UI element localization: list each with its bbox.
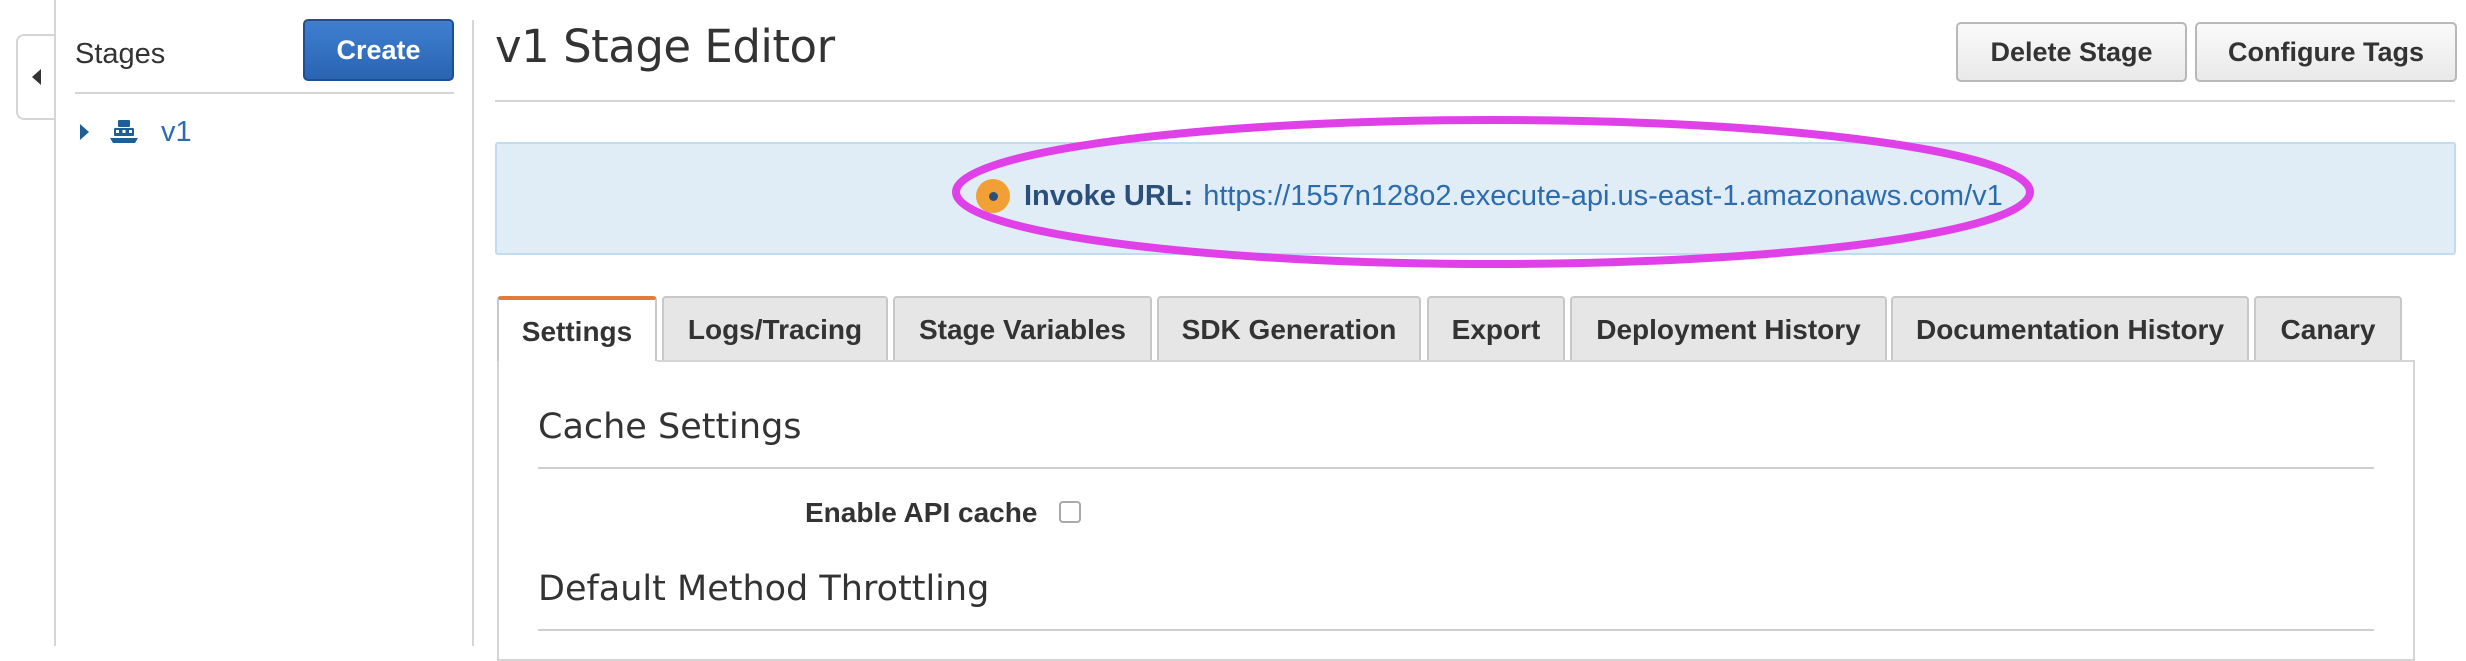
throttling-divider xyxy=(538,629,2374,631)
header-divider xyxy=(495,100,2455,102)
collapse-panel-toggle[interactable] xyxy=(16,34,54,120)
stage-icon xyxy=(110,120,138,143)
tab-canary[interactable]: Canary xyxy=(2254,296,2402,362)
stages-divider xyxy=(75,92,454,94)
highlight-ellipse-annotation xyxy=(952,116,2034,268)
tab-documentation-history[interactable]: Documentation History xyxy=(1891,296,2249,362)
tab-deployment-history[interactable]: Deployment History xyxy=(1570,296,1887,362)
configure-tags-button[interactable]: Configure Tags xyxy=(2195,22,2457,82)
page-title: v1 Stage Editor xyxy=(495,20,835,73)
delete-stage-button[interactable]: Delete Stage xyxy=(1956,22,2187,82)
tab-logs-tracing[interactable]: Logs/Tracing xyxy=(662,296,888,362)
left-rail-divider xyxy=(54,0,56,646)
chevron-left-icon xyxy=(31,69,41,85)
tab-content-border xyxy=(657,360,2415,362)
settings-panel xyxy=(497,361,2415,661)
expand-caret-icon[interactable] xyxy=(80,124,89,140)
enable-api-cache-label: Enable API cache xyxy=(805,497,1038,528)
tab-export[interactable]: Export xyxy=(1427,296,1565,362)
cache-settings-heading: Cache Settings xyxy=(538,407,802,447)
cache-settings-divider xyxy=(538,467,2374,469)
enable-api-cache-checkbox[interactable] xyxy=(1059,501,1081,523)
stage-label[interactable]: v1 xyxy=(161,116,192,149)
tab-settings[interactable]: Settings xyxy=(497,296,657,364)
stages-heading: Stages xyxy=(75,38,166,70)
tab-stage-variables[interactable]: Stage Variables xyxy=(893,296,1152,362)
stage-tree-item-v1[interactable]: v1 xyxy=(80,114,192,150)
tab-sdk-generation[interactable]: SDK Generation xyxy=(1157,296,1421,362)
panel-divider xyxy=(472,20,474,646)
create-stage-button[interactable]: Create xyxy=(303,19,454,81)
default-method-throttling-heading: Default Method Throttling xyxy=(538,569,990,609)
